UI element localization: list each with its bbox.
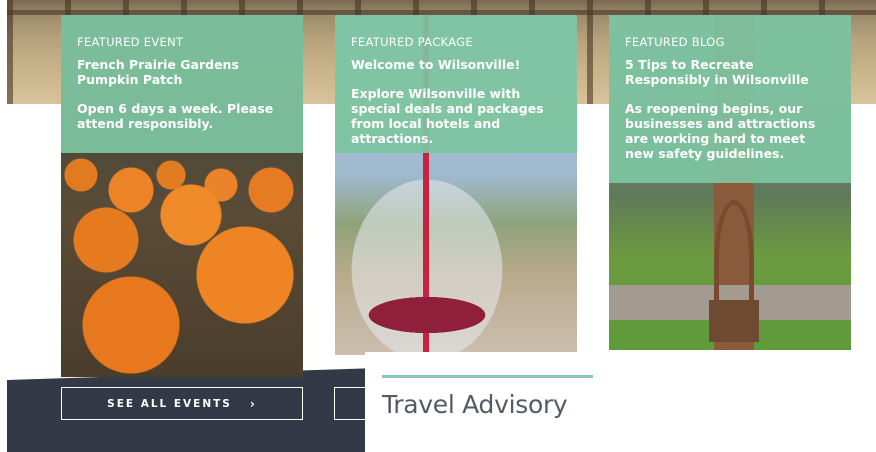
travel-advisory-panel: Travel Advisory xyxy=(365,352,876,452)
card-overlay: FEATURED BLOG 5 Tips to Recreate Respons… xyxy=(609,15,851,183)
featured-event-card[interactable]: FEATURED EVENT French Prairie Gardens Pu… xyxy=(61,15,303,377)
card-overlay: FEATURED PACKAGE Welcome to Wilsonville!… xyxy=(335,15,577,153)
card-description: As reopening begins, our businesses and … xyxy=(625,101,816,161)
card-description: Explore Wilsonville with special deals a… xyxy=(351,86,544,146)
see-all-events-button[interactable]: SEE ALL EVENTS › xyxy=(61,387,303,420)
featured-package-card[interactable]: FEATURED PACKAGE Welcome to Wilsonville!… xyxy=(335,15,577,355)
card-kicker: FEATURED EVENT xyxy=(77,35,184,49)
card-overlay: FEATURED EVENT French Prairie Gardens Pu… xyxy=(61,15,303,153)
card-title[interactable]: Welcome to Wilsonville! xyxy=(351,57,561,72)
card-description: Open 6 days a week. Please attend respon… xyxy=(77,101,274,131)
accent-divider xyxy=(382,375,593,378)
card-kicker: FEATURED PACKAGE xyxy=(351,35,473,49)
card-title[interactable]: 5 Tips to Recreate Responsibly in Wilson… xyxy=(625,57,835,87)
travel-advisory-heading: Travel Advisory xyxy=(382,390,568,419)
sculpture-base xyxy=(709,300,759,342)
card-title[interactable]: French Prairie Gardens Pumpkin Patch xyxy=(77,57,287,87)
see-all-events-label: SEE ALL EVENTS xyxy=(107,397,232,410)
featured-blog-card[interactable]: FEATURED BLOG 5 Tips to Recreate Respons… xyxy=(609,15,851,350)
card-kicker: FEATURED BLOG xyxy=(625,35,725,49)
chevron-right-icon: › xyxy=(249,396,257,411)
